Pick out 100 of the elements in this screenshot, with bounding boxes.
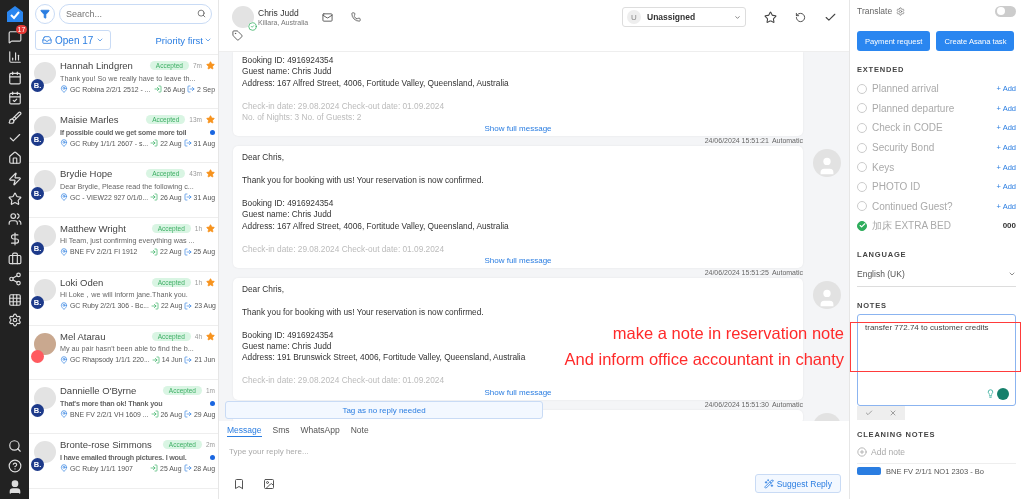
grid-icon[interactable]	[7, 292, 22, 307]
check-out-icon	[184, 301, 193, 310]
annotation-text: And inform office accountant in chanty	[564, 349, 844, 370]
star-icon[interactable]	[206, 223, 215, 233]
message-text: Address: 167 Alfred Street, 4006, Fortitude Valley, Queensland, Australia	[242, 220, 509, 233]
check-icon	[865, 408, 873, 417]
message-text: Booking ID: 4916924354	[242, 198, 334, 210]
guest-name: Loki Oden	[60, 276, 104, 288]
field-label: Security Bond	[872, 142, 935, 154]
home-icon[interactable]	[7, 151, 22, 166]
show-full-message-link[interactable]: Show full message	[484, 255, 552, 267]
status-checkbox[interactable]	[857, 83, 867, 94]
status-checkbox[interactable]	[857, 181, 867, 192]
calendar-icon[interactable]	[7, 70, 22, 85]
guest-name: Mel Atarau	[60, 330, 106, 342]
unread-dot	[210, 400, 215, 406]
location-icon	[60, 139, 68, 148]
phone-icon[interactable]	[351, 12, 362, 22]
chat-icon[interactable]	[7, 30, 22, 45]
avatar	[34, 116, 56, 139]
check-in-icon	[150, 247, 159, 256]
bar-chart-icon[interactable]	[7, 50, 22, 65]
status-checkbox[interactable]	[857, 220, 867, 231]
message-text: Booking ID: 4916924354	[242, 329, 334, 342]
add-tag-icon[interactable]	[232, 30, 243, 41]
star-icon[interactable]	[764, 10, 777, 24]
caret-icon	[204, 36, 212, 44]
assignee-dropdown[interactable]: U Unassigned	[622, 7, 746, 27]
avatar	[34, 170, 56, 193]
status-checkbox[interactable]	[857, 201, 867, 212]
status-dropdown[interactable]: Open 17	[35, 30, 112, 50]
avatar	[34, 62, 56, 84]
add-note-button[interactable]: Add note	[857, 446, 1016, 457]
composer-tab[interactable]: Message	[227, 425, 262, 437]
message-text: Dear Chris,	[242, 284, 284, 296]
show-full-message-link[interactable]: Show full message	[484, 386, 552, 398]
check-in-icon	[151, 355, 160, 364]
assignee-avatar: U	[627, 10, 641, 24]
avatar	[34, 224, 56, 247]
star-icon[interactable]	[206, 169, 215, 179]
logo-icon[interactable]	[4, 4, 25, 24]
check-in-icon	[150, 139, 159, 148]
filter-button[interactable]	[35, 4, 55, 24]
assistant-icon[interactable]	[997, 387, 1009, 400]
caret-icon	[734, 13, 741, 21]
property-thumbnail	[857, 467, 881, 476]
translate-label: Translate	[857, 6, 893, 16]
message-text: Check-in date: 29.08.2024 Check-out date: 01.09.2024	[242, 100, 445, 112]
language-dropdown[interactable]: English (UK)	[857, 262, 1016, 287]
message-text: Thank you for booking with us! Your reservation is now confirmed.	[242, 175, 484, 187]
status-checkbox[interactable]	[857, 142, 867, 153]
tag-no-reply-button[interactable]: Tag as no reply needed	[225, 401, 543, 419]
avatar	[34, 387, 56, 410]
contact-name: Chris Judd	[258, 8, 300, 18]
status-checkbox[interactable]	[857, 103, 867, 114]
check-out-icon	[183, 247, 192, 256]
guest-name: Hannah Lindgren	[60, 60, 133, 71]
calendar-check-icon[interactable]	[7, 90, 22, 105]
composer-tab[interactable]: Sms	[272, 425, 290, 437]
message-text: Thank you for booking with us! Your reservation is now confirmed.	[242, 306, 484, 319]
message-text: Booking ID: 4916924354	[242, 55, 334, 67]
sort-dropdown[interactable]: Priority first	[155, 34, 212, 46]
composer-tab[interactable]: WhatsApp	[300, 425, 340, 437]
suggest-reply-button[interactable]: Suggest Reply	[754, 474, 841, 493]
mail-icon[interactable]	[322, 11, 334, 23]
location-icon	[60, 355, 68, 364]
undo-icon[interactable]	[795, 11, 806, 23]
check-out-icon	[184, 410, 192, 419]
notes-field[interactable]: transfer 772.74 to customer credits	[857, 313, 1016, 406]
composer-tab[interactable]: Note	[350, 425, 369, 437]
message-text: Address: 167 Alfred Street, 4006, Fortitude Valley, Queensland, Australia	[242, 77, 509, 90]
brush-icon[interactable]	[7, 110, 22, 125]
star-icon[interactable]	[206, 115, 215, 125]
show-full-message-link[interactable]: Show full message	[484, 123, 552, 135]
search-icon[interactable]	[7, 438, 22, 453]
status-checkbox[interactable]	[857, 123, 867, 133]
guest-name: Matthew Wright	[60, 222, 126, 234]
lightning-icon[interactable]	[7, 171, 22, 186]
star-icon[interactable]	[206, 277, 215, 287]
location-icon	[60, 464, 68, 473]
bookmark-icon[interactable]	[233, 477, 245, 490]
briefcase-icon[interactable]	[7, 252, 22, 267]
star-icon[interactable]	[206, 331, 215, 341]
help-icon[interactable]	[7, 458, 22, 473]
field-label: PHOTO ID	[872, 181, 921, 193]
users-icon[interactable]	[7, 211, 22, 226]
star-icon[interactable]	[206, 61, 215, 70]
share-icon[interactable]	[7, 272, 22, 287]
guest-name: Bronte-rose Simmons	[60, 439, 152, 451]
status-checkbox[interactable]	[857, 162, 867, 173]
check-out-icon	[183, 139, 192, 148]
image-icon[interactable]	[263, 477, 275, 490]
search-field[interactable]: Search...	[59, 4, 212, 24]
check-in-icon	[150, 301, 159, 310]
message-text: Check-in date: 29.08.2024 Check-out date: 01.09.2024	[242, 243, 445, 256]
translate-toggle[interactable]	[995, 5, 1016, 17]
field-label: Planned departure	[872, 102, 955, 114]
caret-icon	[96, 36, 105, 44]
field-value: 000	[1002, 221, 1016, 231]
location-icon	[60, 85, 68, 93]
